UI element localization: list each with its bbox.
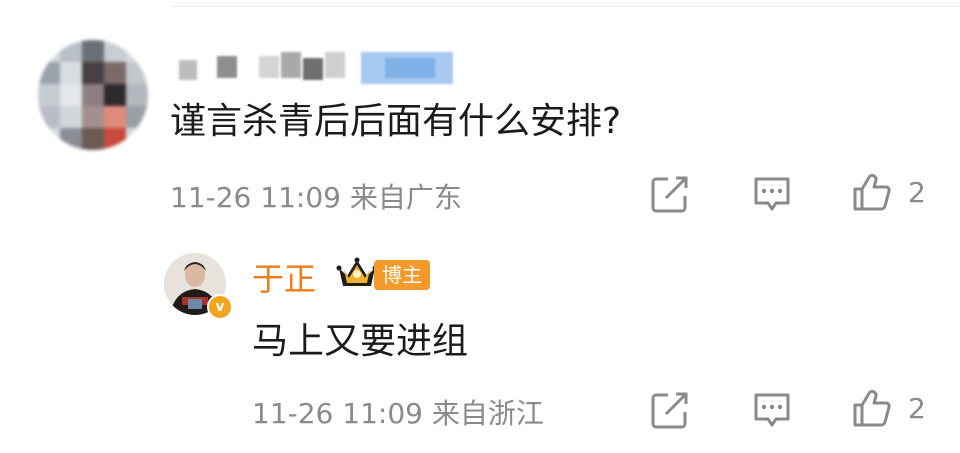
- thumbs-up-icon[interactable]: [852, 388, 892, 428]
- commenter-name[interactable]: [175, 48, 455, 88]
- reply-text: 马上又要进组: [252, 321, 469, 362]
- blogger-badge: 博主: [374, 260, 430, 290]
- share-icon[interactable]: [650, 390, 690, 430]
- top-divider: [172, 6, 960, 7]
- comment-icon[interactable]: [752, 174, 792, 214]
- reply-like-count: 2: [908, 392, 926, 425]
- comment-icon[interactable]: [752, 390, 792, 430]
- thumbs-up-icon[interactable]: [852, 172, 892, 212]
- comment-time: 11-26 11:09: [170, 181, 341, 214]
- reply-time: 11-26 11:09: [252, 397, 423, 430]
- crown-icon: [336, 257, 378, 286]
- comment-location: 来自广东: [349, 181, 462, 214]
- verified-badge-icon: v: [207, 294, 233, 320]
- commenter-avatar[interactable]: [38, 40, 148, 150]
- comment-like-count: 2: [908, 176, 926, 209]
- reply-location: 来自浙江: [431, 397, 544, 430]
- reply-meta: 11-26 11:09 来自浙江: [252, 392, 544, 432]
- share-icon[interactable]: [650, 174, 690, 214]
- comment-text: 谨言杀青后后面有什么安排?: [170, 101, 622, 142]
- comment-meta: 11-26 11:09 来自广东: [170, 176, 462, 216]
- reply-author-name[interactable]: 于正: [252, 254, 316, 300]
